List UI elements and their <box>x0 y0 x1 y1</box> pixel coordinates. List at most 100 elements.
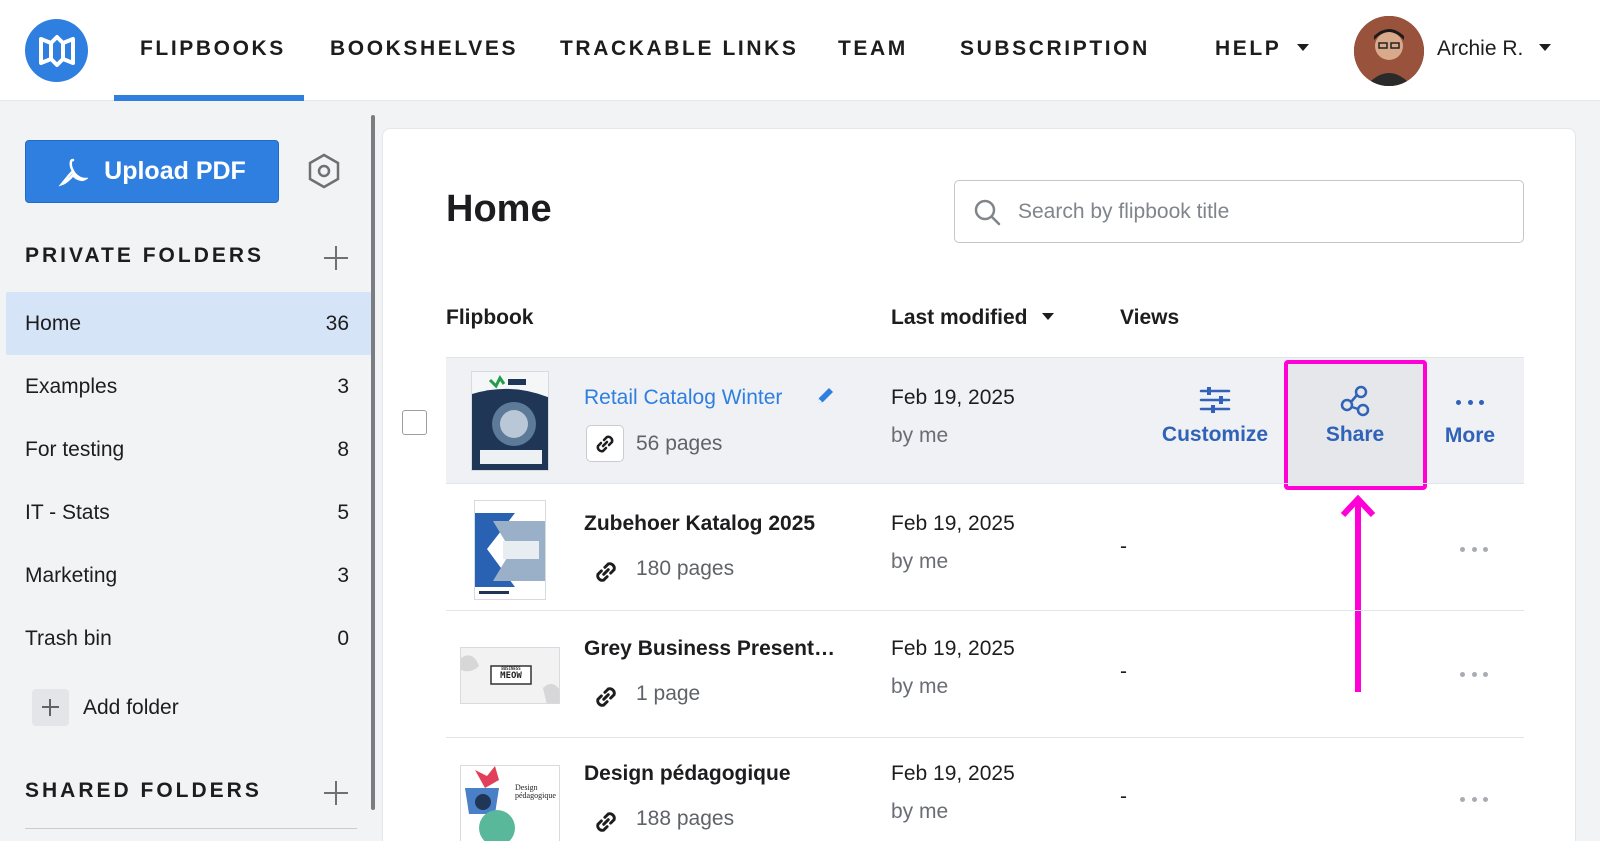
more-label: More <box>1444 424 1496 447</box>
avatar-image <box>1354 16 1424 86</box>
settings-hex-icon[interactable] <box>305 152 343 190</box>
pdf-icon <box>58 158 89 187</box>
folder-it-stats[interactable]: IT - Stats 5 <box>6 481 371 544</box>
link-icon[interactable] <box>591 807 621 837</box>
folder-name: IT - Stats <box>25 500 110 524</box>
search-icon <box>974 199 1001 226</box>
page-count: 180 pages <box>636 557 735 580</box>
plus-icon <box>32 689 69 726</box>
add-shared-folder-button[interactable] <box>324 781 348 805</box>
column-last-modified-label: Last modified <box>891 306 1028 329</box>
views-count: - <box>1120 535 1127 558</box>
row-checkbox[interactable] <box>402 410 427 435</box>
user-menu[interactable]: Archie R. <box>1437 37 1552 61</box>
copy-link-button[interactable] <box>586 425 624 462</box>
folder-marketing[interactable]: Marketing 3 <box>6 544 371 607</box>
flipbook-title-link[interactable]: Retail Catalog Winter <box>584 386 782 410</box>
add-folder-button[interactable]: Add folder <box>32 689 179 726</box>
share-icon <box>1340 385 1370 417</box>
folder-count: 5 <box>337 500 349 524</box>
link-icon[interactable] <box>591 557 621 587</box>
nav-subscription[interactable]: SUBSCRIPTION <box>960 37 1150 61</box>
table-row[interactable] <box>446 483 1524 609</box>
more-button[interactable]: More <box>1430 400 1510 448</box>
flipbook-thumbnail[interactable]: Design pédagogique <box>460 765 560 841</box>
chevron-down-icon <box>1297 43 1310 51</box>
folder-name: Home <box>25 311 82 335</box>
folder-count: 0 <box>337 626 349 650</box>
folder-name: Trash bin <box>25 626 112 650</box>
nav-team[interactable]: TEAM <box>838 37 908 61</box>
search-input[interactable]: Search by flipbook title <box>954 180 1524 243</box>
modified-date: Feb 19, 2025 <box>891 386 1015 409</box>
views-count: - <box>1120 660 1127 683</box>
modified-date: Feb 19, 2025 <box>891 512 1015 535</box>
folder-examples[interactable]: Examples 3 <box>6 355 371 418</box>
user-avatar[interactable] <box>1354 16 1424 86</box>
catalog-cover-image <box>472 372 548 470</box>
customize-button[interactable]: Customize <box>1160 385 1270 447</box>
more-dots-icon[interactable] <box>1460 797 1488 803</box>
flipbook-thumbnail[interactable] <box>474 500 546 600</box>
sidebar-divider <box>25 828 357 829</box>
top-navigation-bar: FLIPBOOKS BOOKSHELVES TRACKABLE LINKS TE… <box>0 0 1600 101</box>
thumbnail-text: BUSINESS MEOW <box>491 667 531 681</box>
more-dots-icon[interactable] <box>1460 547 1488 553</box>
customize-label: Customize <box>1161 423 1269 446</box>
upload-pdf-label: Upload PDF <box>104 157 246 185</box>
folder-name: Examples <box>25 374 118 398</box>
modified-by: by me <box>891 675 949 698</box>
column-flipbook: Flipbook <box>446 306 534 329</box>
design-cover-image <box>461 766 559 841</box>
page-count: 56 pages <box>636 432 723 455</box>
user-name: Archie R. <box>1437 37 1524 60</box>
folder-count: 36 <box>325 311 349 335</box>
flipbook-title[interactable]: Grey Business Present… <box>584 637 835 661</box>
folder-home[interactable]: Home 36 <box>6 292 371 355</box>
folder-count: 8 <box>337 437 349 461</box>
folder-count: 3 <box>337 374 349 398</box>
more-dots-icon <box>1456 400 1484 406</box>
search-placeholder: Search by flipbook title <box>1018 200 1230 223</box>
logo-icon <box>38 34 75 67</box>
add-folder-label: Add folder <box>83 695 179 719</box>
page-count: 1 page <box>636 682 701 705</box>
more-dots-icon[interactable] <box>1460 672 1488 678</box>
views-count: - <box>1120 785 1127 808</box>
modified-by: by me <box>891 800 949 823</box>
link-icon <box>596 435 614 452</box>
flipsnack-logo[interactable] <box>25 19 88 82</box>
flipbook-title[interactable]: Zubehoer Katalog 2025 <box>584 512 815 536</box>
katalog-cover-image <box>475 501 545 599</box>
column-last-modified[interactable]: Last modified <box>891 306 1054 330</box>
sidebar-scrollbar[interactable] <box>371 115 375 810</box>
folder-name: For testing <box>25 437 125 461</box>
private-folders-title: PRIVATE FOLDERS <box>25 244 265 267</box>
column-views: Views <box>1120 306 1180 329</box>
link-icon[interactable] <box>591 682 621 712</box>
nav-help-label: HELP <box>1215 37 1282 60</box>
modified-by: by me <box>891 550 949 573</box>
upload-pdf-button[interactable]: Upload PDF <box>25 140 279 203</box>
folder-count: 3 <box>337 563 349 587</box>
flipbook-title[interactable]: Design pédagogique <box>584 762 791 786</box>
table-row[interactable] <box>446 610 1524 736</box>
chevron-down-icon <box>1539 43 1552 51</box>
thumbnail-title: Design pédagogique <box>515 783 556 801</box>
shared-folders-title: SHARED FOLDERS <box>25 779 262 802</box>
flipbook-thumbnail[interactable] <box>471 371 549 471</box>
folder-for-testing[interactable]: For testing 8 <box>6 418 371 481</box>
share-label: Share <box>1325 423 1385 446</box>
nav-help[interactable]: HELP <box>1215 37 1310 61</box>
nav-bookshelves[interactable]: BOOKSHELVES <box>330 37 518 61</box>
sliders-icon <box>1199 387 1231 413</box>
folder-name: Marketing <box>25 563 118 587</box>
modified-date: Feb 19, 2025 <box>891 637 1015 660</box>
add-private-folder-button[interactable] <box>324 246 348 270</box>
edit-pencil-icon[interactable] <box>815 386 835 406</box>
nav-trackable-links[interactable]: TRACKABLE LINKS <box>560 37 799 61</box>
flipbook-thumbnail[interactable]: BUSINESS MEOW <box>460 647 560 704</box>
share-button[interactable]: Share <box>1300 385 1410 447</box>
folder-trash-bin[interactable]: Trash bin 0 <box>6 607 371 670</box>
nav-flipbooks[interactable]: FLIPBOOKS <box>140 37 286 61</box>
